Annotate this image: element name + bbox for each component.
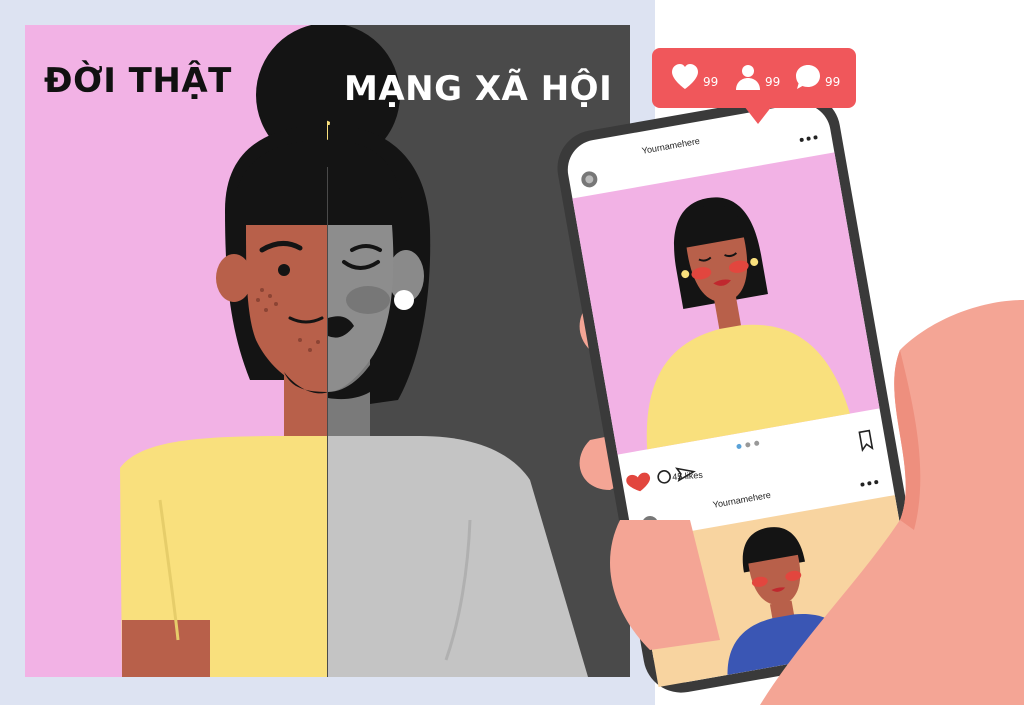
person-icon <box>736 65 760 90</box>
comments-count: 99 <box>825 75 841 89</box>
notification-badge[interactable]: 99 99 99 <box>652 48 856 124</box>
notification-comments: 99 <box>794 62 840 92</box>
caption-social-media: MẠNG XÃ HỘI <box>344 69 613 109</box>
followers-count: 99 <box>765 75 781 89</box>
notification-followers: 99 <box>734 62 780 92</box>
notification-likes: 99 <box>670 62 718 92</box>
comment-bubble-icon <box>796 65 820 89</box>
notification-pointer <box>744 106 772 124</box>
caption-real-life: ĐỜI THẬT <box>44 61 232 101</box>
likes-count: 99 <box>703 75 719 89</box>
heart-icon <box>672 64 698 89</box>
post1-likes-count[interactable]: 45 likes <box>672 470 703 482</box>
